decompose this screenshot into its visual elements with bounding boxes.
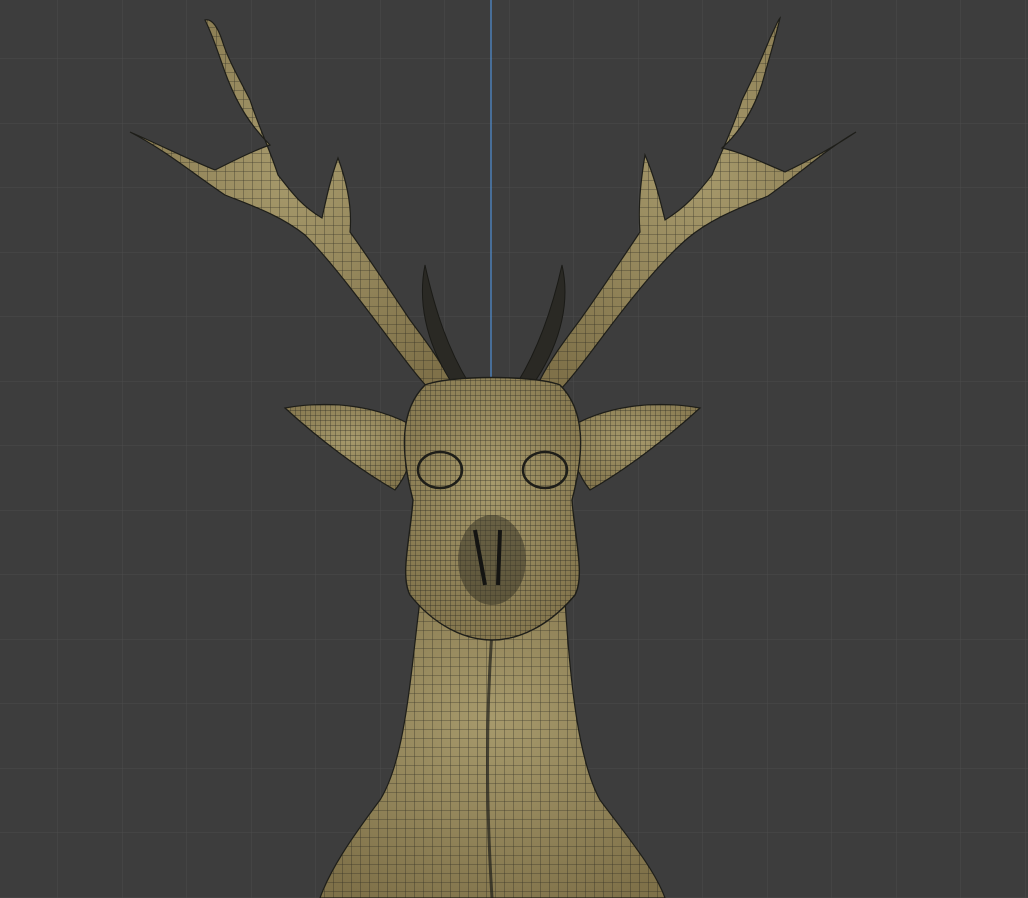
- head[interactable]: [403, 376, 582, 641]
- 3d-viewport[interactable]: [0, 0, 1028, 898]
- snout: [458, 515, 526, 605]
- viewport-canvas[interactable]: [0, 0, 1028, 898]
